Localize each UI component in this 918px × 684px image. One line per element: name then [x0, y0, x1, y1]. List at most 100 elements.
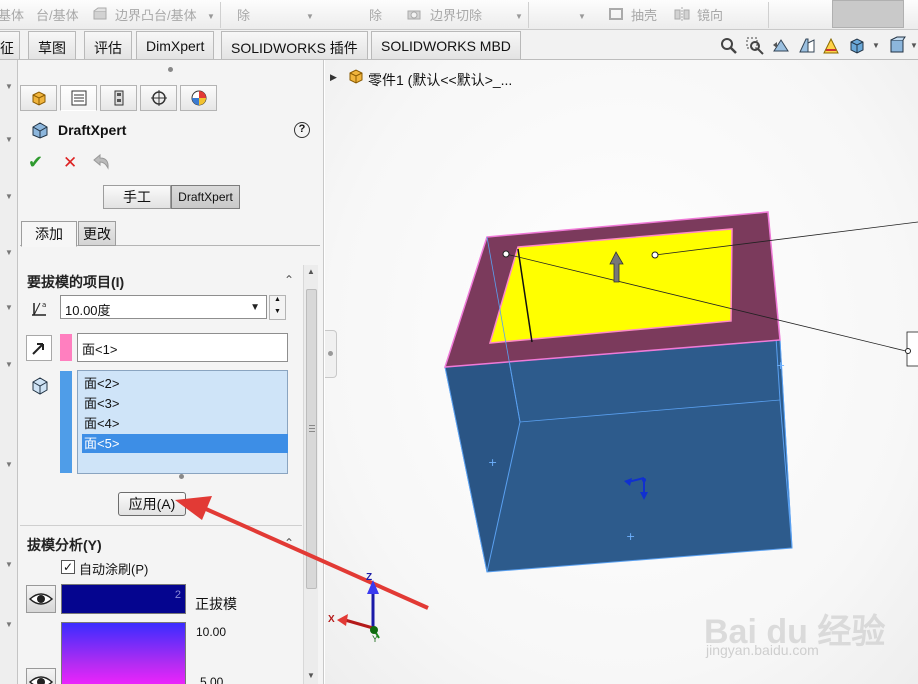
svg-text:a: a	[42, 301, 46, 309]
neutral-face-color-swatch	[60, 334, 72, 361]
ok-check-icon[interactable]: ✔	[28, 152, 43, 173]
zoom-to-fit-icon[interactable]	[719, 36, 739, 56]
chevron-down-icon[interactable]: ▼	[207, 12, 215, 21]
ribbon-divider	[220, 2, 221, 28]
draft-angle-icon: a	[32, 301, 46, 316]
chevron-down-icon[interactable]: ▼	[250, 302, 260, 313]
tab-dimxpert[interactable]: DimXpert	[136, 31, 215, 59]
tab-display-manager[interactable]	[180, 85, 217, 111]
scroll-up-icon[interactable]: ▲	[307, 267, 315, 276]
chevron-down-icon[interactable]: ▼	[5, 82, 13, 91]
appearance-icon	[191, 90, 206, 106]
panel-scrollbar[interactable]: ▲ ▼	[303, 265, 318, 684]
tab-feature-manager[interactable]	[20, 85, 57, 111]
tab-evaluate[interactable]: 评估	[84, 31, 132, 59]
help-button[interactable]: ?	[294, 122, 310, 138]
draft-color-gradient-scale	[61, 622, 186, 684]
section-view-icon[interactable]	[797, 36, 817, 56]
boundary-boss-icon	[93, 7, 107, 20]
auto-paint-label: 自动涂刷(P)	[79, 562, 149, 577]
panel-resize-grip[interactable]	[168, 67, 173, 72]
tab-solidworks-addins[interactable]: SOLIDWORKS 插件	[221, 31, 368, 59]
ribbon-item-boundary-cut[interactable]: 边界切除	[430, 5, 482, 24]
tab-change[interactable]: 更改	[78, 221, 116, 246]
tab-add[interactable]: 添加	[21, 221, 77, 247]
list-item[interactable]: 面<3>	[82, 394, 288, 413]
solidworks-window: 基体 台/基体 边界凸台/基体 ▼ 除 ▼ 除 边界切除 ▼ ▼ 抽壳 镜向 征…	[0, 0, 918, 684]
show-requires-draft-toggle[interactable]	[26, 668, 56, 684]
ribbon-corner-block	[832, 0, 904, 28]
chevron-down-icon[interactable]: ▼	[872, 41, 880, 50]
view-orientation-icon[interactable]	[847, 36, 867, 56]
list-item-selected[interactable]: 面<5>	[82, 434, 288, 453]
faces-to-draft-icon	[32, 377, 48, 395]
shell-icon	[609, 8, 623, 20]
eye-icon	[28, 676, 54, 684]
previous-view-icon[interactable]	[771, 36, 791, 56]
neutral-plane-field[interactable]: 面<1>	[77, 333, 288, 362]
faces-to-draft-list[interactable]: 面<2> 面<3> 面<4> 面<5>	[77, 370, 288, 474]
tab-configuration-manager[interactable]	[100, 85, 137, 111]
spin-down-icon[interactable]: ▼	[274, 308, 281, 315]
draft-analysis-header[interactable]: 拔模分析(Y)	[27, 535, 102, 555]
ribbon-item-boundary-boss[interactable]: 边界凸台/基体	[115, 5, 197, 24]
list-resize-grip[interactable]	[179, 474, 184, 479]
tab-dimxpert-manager[interactable]	[140, 85, 177, 111]
ribbon-item-revolve-boss[interactable]: 台/基体	[36, 5, 79, 24]
chevron-down-icon[interactable]: ▼	[5, 560, 13, 569]
cancel-x-icon[interactable]: ✕	[63, 153, 77, 173]
configuration-icon	[114, 90, 123, 106]
svg-text:+: +	[626, 530, 635, 543]
chevron-down-icon[interactable]: ▼	[5, 135, 13, 144]
ribbon-item-revolve-cut[interactable]: 除	[369, 5, 382, 24]
spin-up-icon[interactable]: ▲	[274, 296, 281, 303]
axis-triad	[337, 580, 380, 639]
chevron-down-icon[interactable]: ▼	[5, 360, 13, 369]
positive-draft-color-swatch[interactable]: 2	[61, 584, 186, 614]
zoom-to-area-icon[interactable]	[745, 36, 765, 56]
reverse-direction-icon	[32, 343, 44, 355]
chevron-down-icon[interactable]: ▼	[5, 460, 13, 469]
ribbon-divider	[768, 2, 769, 28]
tab-property-manager[interactable]	[60, 85, 97, 111]
auto-paint-checkbox[interactable]: ✓	[61, 560, 75, 574]
chevron-down-icon[interactable]: ▼	[5, 248, 13, 257]
eye-icon	[28, 593, 54, 605]
ribbon-item-cut[interactable]: 除	[237, 5, 250, 24]
chevron-down-icon[interactable]: ▼	[5, 192, 13, 201]
draft-angle-input[interactable]: 10.00度 ▼	[60, 295, 267, 319]
ribbon-item-mirror[interactable]: 镜向	[697, 5, 723, 24]
chevron-down-icon[interactable]: ▼	[5, 620, 13, 629]
axis-label-x: X	[328, 614, 335, 625]
chevron-up-icon[interactable]: ⌃	[284, 273, 294, 287]
list-item[interactable]: 面<4>	[82, 414, 288, 433]
draftxpert-mode-button[interactable]: DraftXpert	[171, 185, 240, 209]
chevron-down-icon[interactable]: ▼	[5, 303, 13, 312]
tab-sketch[interactable]: 草图	[28, 31, 76, 59]
chevron-down-icon[interactable]: ▼	[578, 12, 586, 21]
undo-icon[interactable]	[90, 152, 112, 172]
angle-spinner[interactable]: ▲ ▼	[269, 295, 286, 320]
list-item[interactable]: 面<2>	[82, 374, 288, 393]
chevron-down-icon[interactable]: ▼	[515, 12, 523, 21]
display-style-icon[interactable]	[887, 36, 907, 56]
items-to-draft-header[interactable]: 要拔模的项目(I)	[27, 272, 124, 292]
chevron-down-icon[interactable]: ▼	[910, 41, 918, 50]
tab-features[interactable]: 征	[0, 31, 20, 59]
show-positive-draft-toggle[interactable]	[26, 585, 56, 613]
ribbon-item-shell[interactable]: 抽壳	[631, 5, 657, 24]
axis-label-y: Y	[372, 634, 379, 644]
manual-mode-button[interactable]: 手工	[103, 185, 171, 209]
reverse-direction-button[interactable]	[26, 335, 52, 361]
dynamic-annotation-icon[interactable]	[821, 36, 841, 56]
axis-label-z: Z	[366, 572, 373, 583]
chevron-down-icon[interactable]: ▼	[306, 12, 314, 21]
feature-ribbon: 基体 台/基体 边界凸台/基体 ▼ 除 ▼ 除 边界切除 ▼ ▼ 抽壳 镜向	[0, 0, 918, 30]
mirror-icon	[674, 7, 690, 21]
neutral-face-value: 面<1>	[82, 342, 118, 357]
left-ribbon-strip: ▼ ▼ ▼ ▼ ▼ ▼ ▼ ▼ ▼	[0, 60, 18, 684]
ribbon-item-boss-base[interactable]: 基体	[0, 5, 24, 24]
tab-solidworks-mbd[interactable]: SOLIDWORKS MBD	[371, 31, 521, 59]
draft-angle-value: 10.00度	[65, 303, 111, 318]
scroll-down-icon[interactable]: ▼	[307, 671, 315, 680]
